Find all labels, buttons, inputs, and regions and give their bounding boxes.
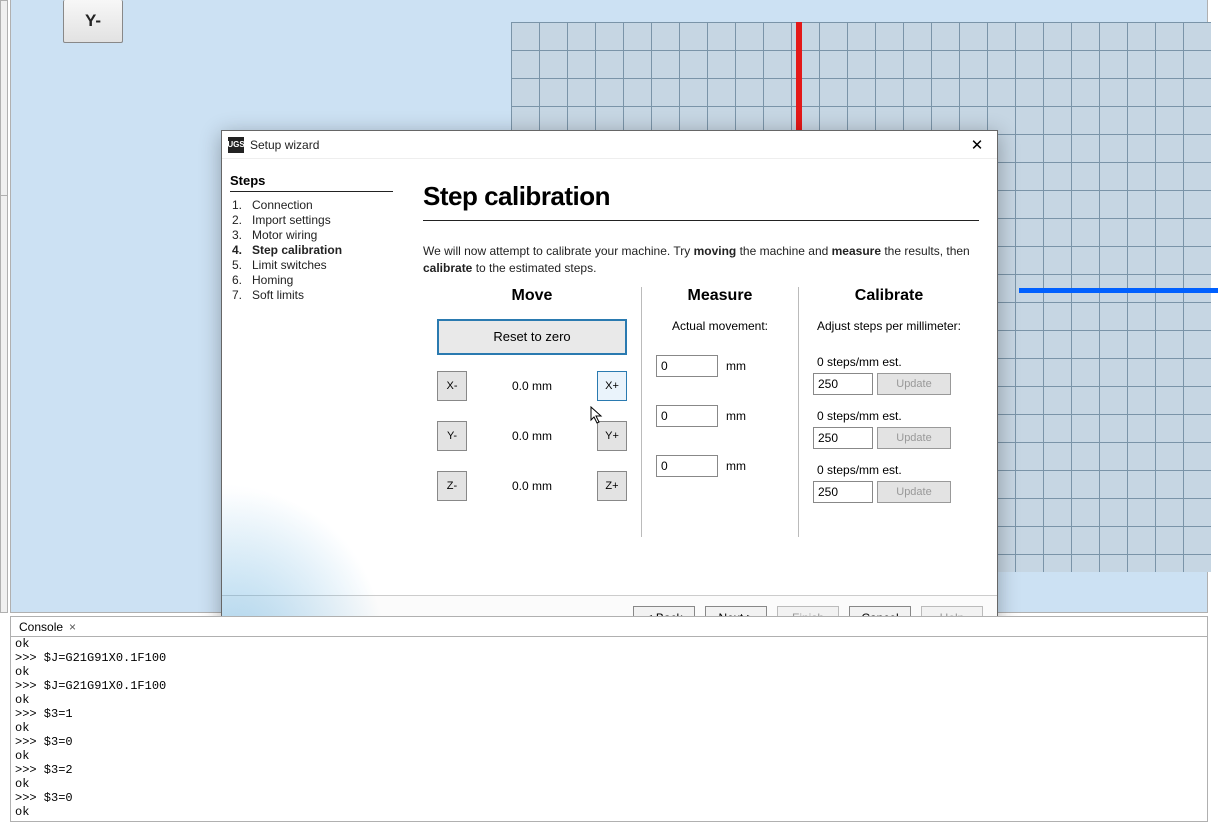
steps-panel: Steps 1.Connection2.Import settings3.Mot… bbox=[222, 159, 401, 595]
measure-row: mm bbox=[656, 455, 784, 477]
steps-input[interactable] bbox=[813, 481, 873, 503]
visualizer-x-axis bbox=[1019, 288, 1218, 293]
step-item[interactable]: 4.Step calibration bbox=[230, 243, 393, 258]
measure-input[interactable] bbox=[656, 405, 718, 427]
move-heading: Move bbox=[437, 287, 627, 305]
unit-label: mm bbox=[726, 459, 746, 473]
steps-heading: Steps bbox=[230, 173, 393, 192]
reset-to-zero-button[interactable]: Reset to zero bbox=[437, 319, 627, 355]
left-divider-notch bbox=[0, 195, 8, 225]
steps-list: 1.Connection2.Import settings3.Motor wir… bbox=[230, 198, 393, 303]
calibrate-row: 0 steps/mm est. Update bbox=[813, 463, 965, 503]
steps-input[interactable] bbox=[813, 373, 873, 395]
desc-part: the machine and bbox=[736, 244, 831, 258]
unit-label: mm bbox=[726, 359, 746, 373]
console-panel: Console × ok >>> $J=G21G91X0.1F100 ok >>… bbox=[10, 616, 1208, 822]
jog-plus-button[interactable]: Z+ bbox=[597, 471, 627, 501]
calibrate-row: 0 steps/mm est. Update bbox=[813, 409, 965, 449]
measure-label: Actual movement: bbox=[656, 319, 784, 333]
move-row: Z-0.0 mmZ+ bbox=[437, 471, 627, 501]
unit-label: mm bbox=[726, 409, 746, 423]
step-item[interactable]: 6.Homing bbox=[230, 273, 393, 288]
dialog-title: Setup wizard bbox=[250, 138, 319, 152]
jog-minus-button[interactable]: Z- bbox=[437, 471, 467, 501]
steps-estimate-label: 0 steps/mm est. bbox=[813, 409, 965, 423]
jog-y-minus-button[interactable]: Y- bbox=[63, 0, 123, 43]
measure-input[interactable] bbox=[656, 355, 718, 377]
desc-bold: calibrate bbox=[423, 261, 472, 275]
update-button[interactable]: Update bbox=[877, 373, 951, 395]
jog-minus-button[interactable]: Y- bbox=[437, 421, 467, 451]
jog-minus-button[interactable]: X- bbox=[437, 371, 467, 401]
jog-plus-button[interactable]: Y+ bbox=[597, 421, 627, 451]
steps-estimate-label: 0 steps/mm est. bbox=[813, 463, 965, 477]
desc-part: the results, then bbox=[881, 244, 970, 258]
desc-part: We will now attempt to calibrate your ma… bbox=[423, 244, 694, 258]
steps-input[interactable] bbox=[813, 427, 873, 449]
steps-estimate-label: 0 steps/mm est. bbox=[813, 355, 965, 369]
desc-bold: measure bbox=[832, 244, 881, 258]
setup-wizard-dialog: UGS Setup wizard ✕ Steps 1.Connection2.I… bbox=[221, 130, 998, 640]
measure-row: mm bbox=[656, 355, 784, 377]
move-row: X-0.0 mmX+ bbox=[437, 371, 627, 401]
step-item[interactable]: 3.Motor wiring bbox=[230, 228, 393, 243]
calibrate-row: 0 steps/mm est. Update bbox=[813, 355, 965, 395]
desc-part: to the estimated steps. bbox=[472, 261, 596, 275]
position-value: 0.0 mm bbox=[467, 429, 597, 443]
measure-column: Measure Actual movement: mm mm mm bbox=[641, 287, 799, 537]
update-button[interactable]: Update bbox=[877, 481, 951, 503]
position-value: 0.0 mm bbox=[467, 479, 597, 493]
step-item[interactable]: 7.Soft limits bbox=[230, 288, 393, 303]
close-button[interactable]: ✕ bbox=[963, 135, 991, 155]
ugs-icon: UGS bbox=[228, 137, 244, 153]
console-tab-label[interactable]: Console bbox=[11, 620, 69, 634]
step-item[interactable]: 1.Connection bbox=[230, 198, 393, 213]
left-divider bbox=[0, 0, 8, 613]
console-tab: Console × bbox=[11, 617, 1207, 637]
wizard-content: Step calibration We will now attempt to … bbox=[401, 159, 997, 595]
position-value: 0.0 mm bbox=[467, 379, 597, 393]
console-close-icon[interactable]: × bbox=[69, 620, 84, 634]
console-output: ok >>> $J=G21G91X0.1F100 ok >>> $J=G21G9… bbox=[11, 637, 1207, 819]
measure-heading: Measure bbox=[656, 287, 784, 305]
page-heading: Step calibration bbox=[423, 181, 979, 221]
move-row: Y-0.0 mmY+ bbox=[437, 421, 627, 451]
move-column: Move Reset to zero X-0.0 mmX+Y-0.0 mmY+Z… bbox=[423, 287, 641, 537]
step-item[interactable]: 5.Limit switches bbox=[230, 258, 393, 273]
update-button[interactable]: Update bbox=[877, 427, 951, 449]
step-item[interactable]: 2.Import settings bbox=[230, 213, 393, 228]
measure-row: mm bbox=[656, 405, 784, 427]
calibrate-label: Adjust steps per millimeter: bbox=[813, 319, 965, 333]
description-text: We will now attempt to calibrate your ma… bbox=[423, 243, 979, 277]
desc-bold: moving bbox=[694, 244, 737, 258]
dialog-titlebar: UGS Setup wizard ✕ bbox=[222, 131, 997, 159]
calibrate-column: Calibrate Adjust steps per millimeter: 0… bbox=[799, 287, 979, 537]
jog-plus-button[interactable]: X+ bbox=[597, 371, 627, 401]
calibrate-heading: Calibrate bbox=[813, 287, 965, 305]
measure-input[interactable] bbox=[656, 455, 718, 477]
